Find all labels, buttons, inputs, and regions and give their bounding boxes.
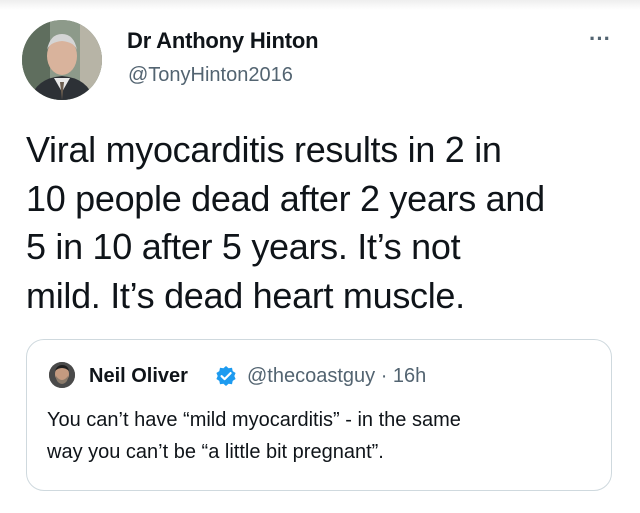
tweet-text: Viral myocarditis results in 2 in 10 peo… xyxy=(26,129,545,316)
more-options-icon[interactable]: ··· xyxy=(578,24,622,54)
author-avatar[interactable] xyxy=(22,20,102,100)
quote-author-photo xyxy=(49,362,75,388)
quoted-tweet-card[interactable]: Neil Oliver @thecoastguy · 16h You can’t… xyxy=(26,339,612,491)
quote-author-name[interactable]: Neil Oliver xyxy=(89,365,188,388)
author-name[interactable]: Dr Anthony Hinton xyxy=(127,28,319,54)
author-photo xyxy=(22,20,102,100)
quote-text: You can’t have “mild myocarditis” - in t… xyxy=(47,409,461,463)
top-divider xyxy=(0,0,640,10)
author-handle[interactable]: @TonyHinton2016 xyxy=(128,64,293,87)
verified-badge-icon xyxy=(215,365,237,387)
quote-handle-time[interactable]: @thecoastguy · 16h xyxy=(247,365,426,388)
quote-author-avatar[interactable] xyxy=(49,362,75,388)
